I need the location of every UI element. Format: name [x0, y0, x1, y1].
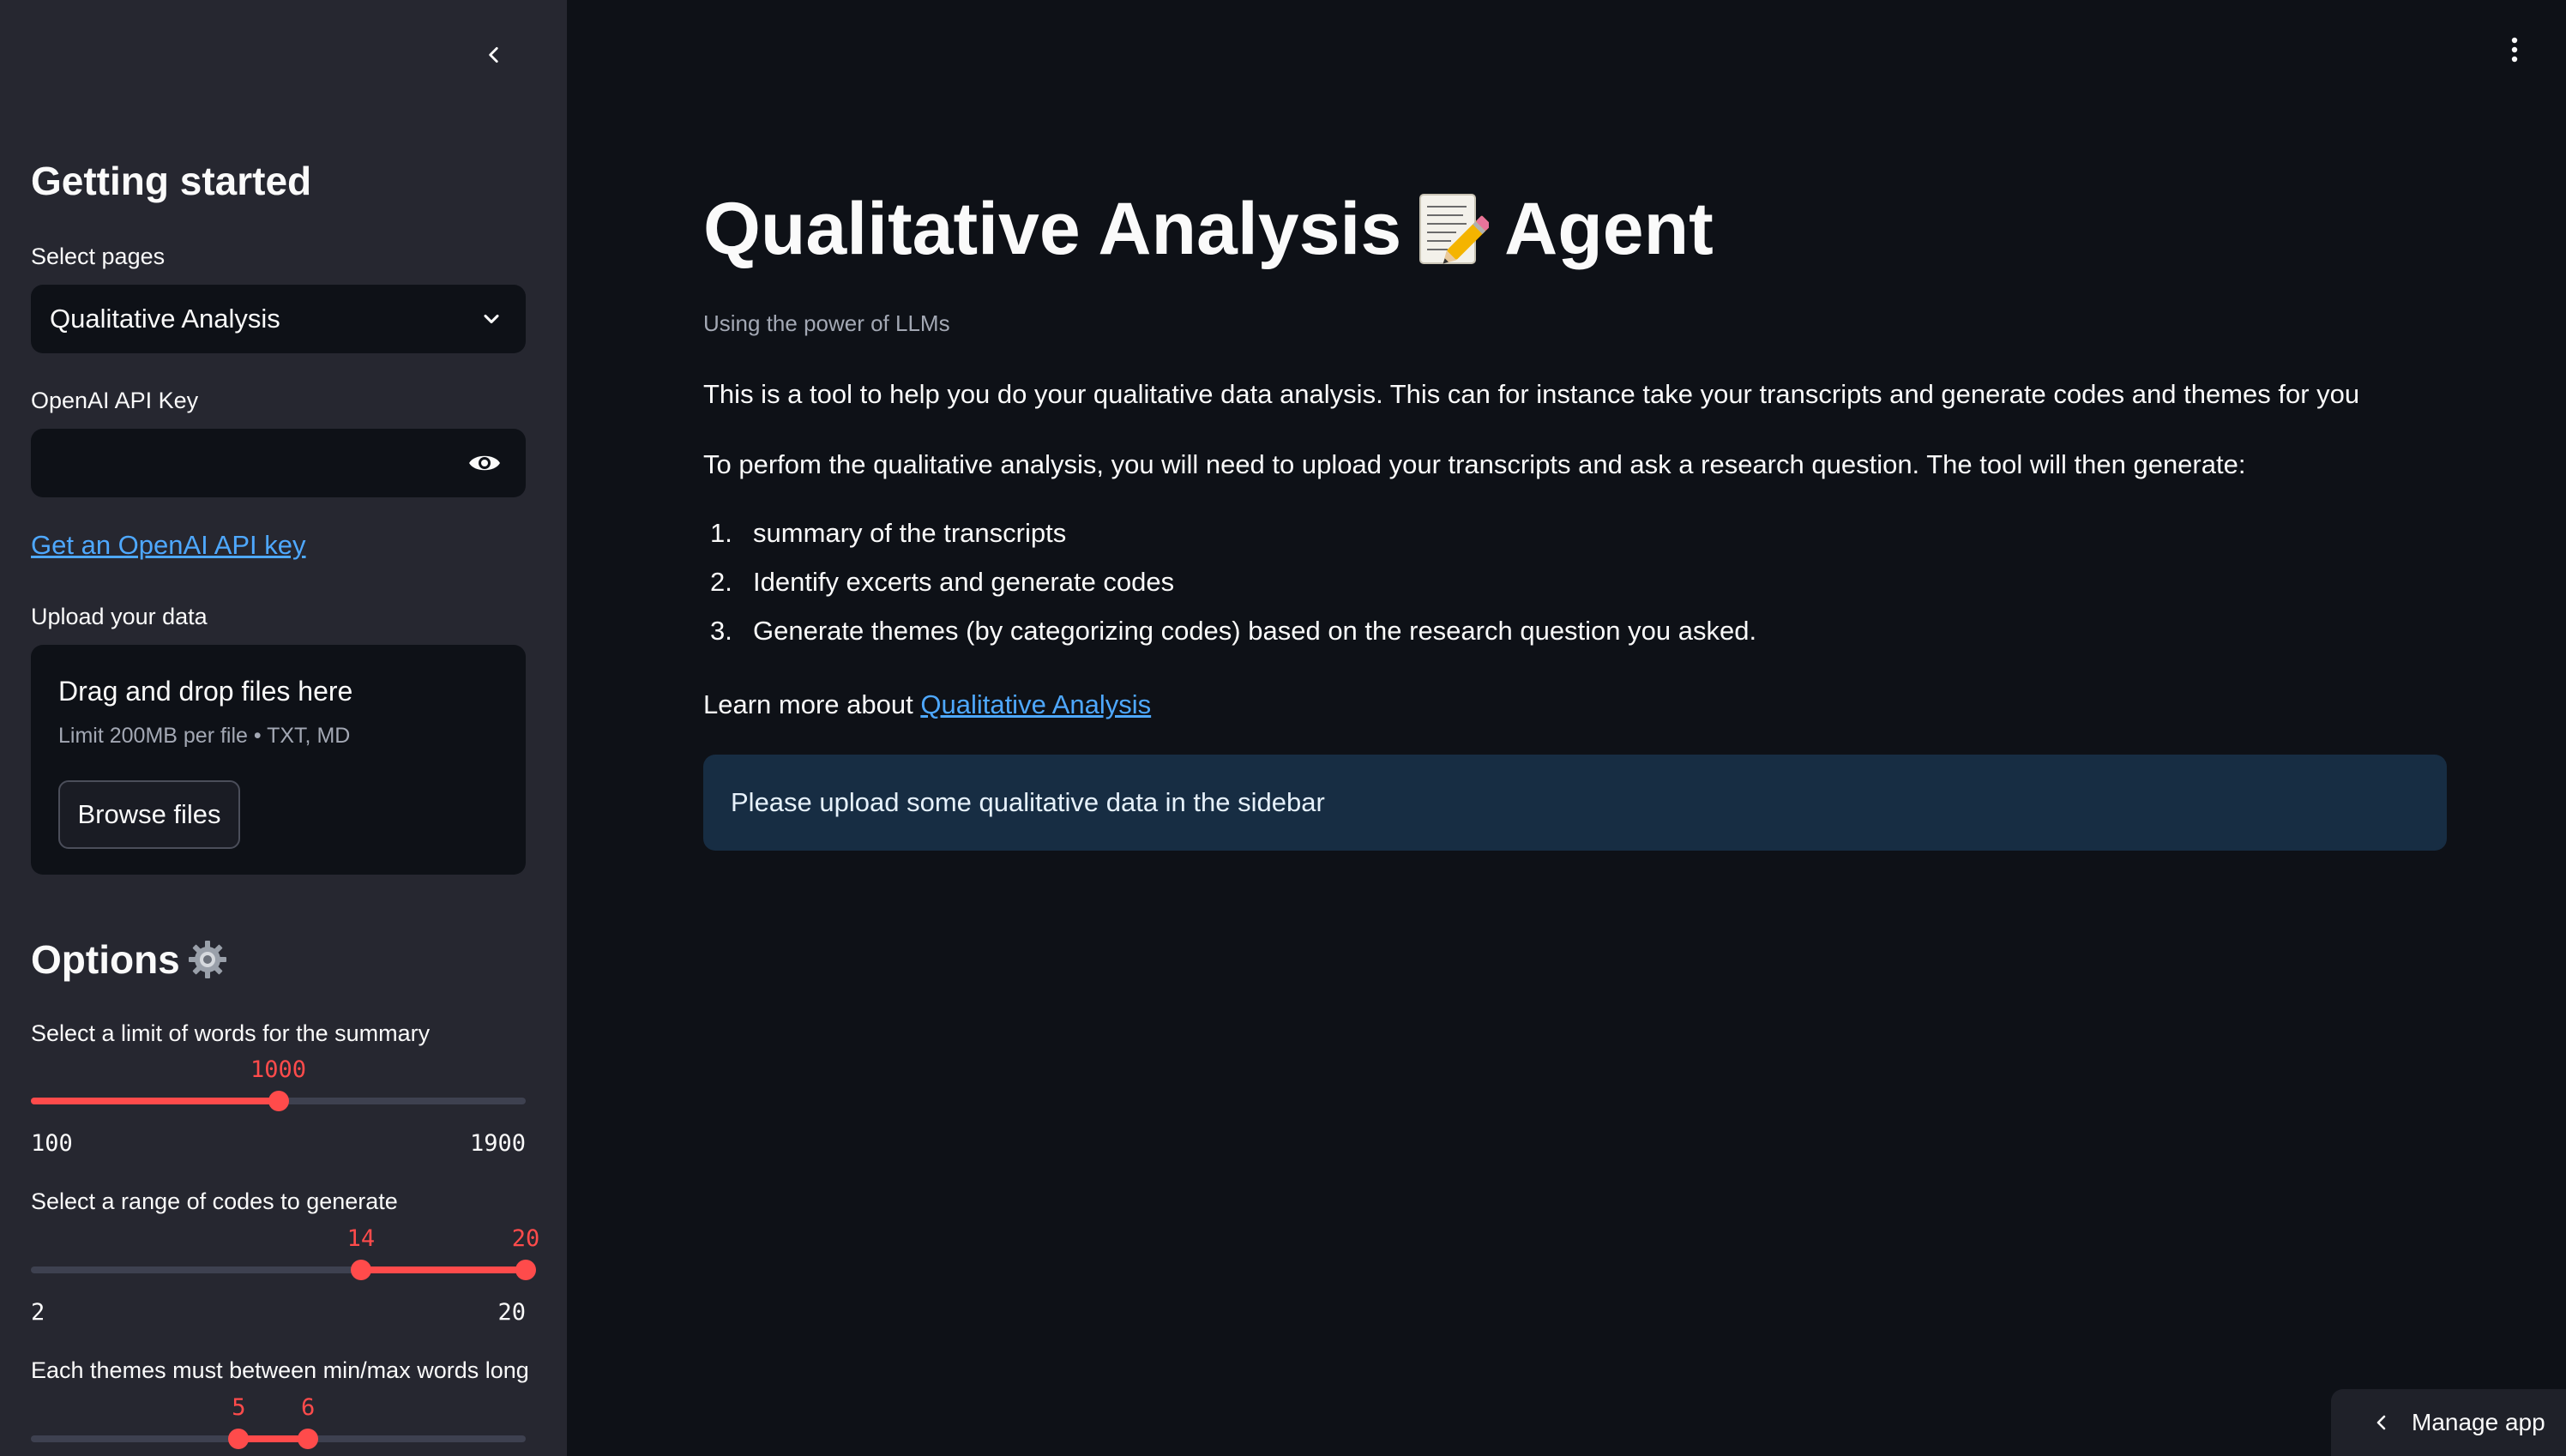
eye-icon: [469, 455, 500, 471]
slider-thumb-high[interactable]: [515, 1260, 536, 1280]
kebab-menu-icon: [2511, 37, 2518, 63]
slider-thumb-low[interactable]: [350, 1260, 371, 1280]
list-item-number: 3.: [710, 616, 732, 646]
list-item-text: summary of the transcripts: [753, 518, 1067, 548]
page-title-left: Qualitative Analysis: [703, 188, 1402, 270]
codes-range-slider[interactable]: 14 20 2 20: [31, 1213, 539, 1326]
learn-more-paragraph: Learn more about Qualitative Analysis: [703, 689, 1151, 720]
theme-words-label: Each themes must between min/max words l…: [31, 1357, 529, 1383]
options-heading-text: Options: [31, 937, 180, 982]
gear-icon: [188, 941, 226, 978]
chevron-left-icon: [2369, 1410, 2394, 1435]
api-key-label: OpenAI API Key: [31, 388, 199, 413]
api-key-input[interactable]: [31, 429, 451, 497]
theme-words-slider[interactable]: 5 6: [31, 1382, 526, 1456]
info-alert: Please upload some qualitative data in t…: [703, 755, 2447, 851]
slider-value: 1000: [250, 1056, 307, 1083]
file-dropzone[interactable]: Drag and drop files here Limit 200MB per…: [31, 645, 526, 875]
options-heading: Options: [31, 936, 228, 983]
select-pages-value: Qualitative Analysis: [50, 304, 280, 334]
list-item-text: Generate themes (by categorizing codes) …: [753, 616, 1757, 646]
manage-app-label: Manage app: [2412, 1409, 2545, 1435]
show-password-button[interactable]: [466, 446, 503, 480]
main-menu-button[interactable]: [2497, 33, 2532, 67]
chevron-down-icon: [476, 304, 507, 334]
dropzone-limit: Limit 200MB per file • TXT, MD: [58, 724, 351, 748]
page-caption: Using the power of LLMs: [703, 310, 950, 336]
getting-started-heading: Getting started: [31, 159, 312, 203]
get-api-key-link[interactable]: Get an OpenAI API key: [31, 530, 306, 561]
slider-fill: [360, 1266, 526, 1273]
slider-min: 100: [31, 1130, 73, 1157]
info-alert-text: Please upload some qualitative data in t…: [731, 787, 1325, 817]
slider-thumb[interactable]: [268, 1091, 289, 1111]
select-pages-label: Select pages: [31, 244, 166, 269]
memo-icon: [1419, 193, 1490, 264]
list-item-text: Identify excerts and generate codes: [753, 567, 1175, 597]
app-root: Getting started Select pages Qualitative…: [0, 0, 2566, 1456]
dropzone-title: Drag and drop files here: [58, 676, 353, 707]
codes-range-label: Select a range of codes to generate: [31, 1188, 398, 1214]
summary-words-label: Select a limit of words for the summary: [31, 1020, 431, 1046]
summary-words-slider[interactable]: 1000 100 1900: [31, 1044, 526, 1157]
api-key-field-wrapper: [31, 429, 526, 497]
slider-min: 2: [31, 1299, 45, 1326]
list-item-number: 1.: [710, 518, 732, 548]
qualitative-analysis-link[interactable]: Qualitative Analysis: [920, 689, 1151, 719]
list-item-number: 2.: [710, 567, 732, 597]
slider-thumb-low[interactable]: [228, 1429, 250, 1449]
instructions-paragraph: To perfom the qualitative analysis, you …: [703, 449, 2246, 479]
slider-max: 20: [497, 1299, 526, 1326]
manage-app-button[interactable]: Manage app: [2331, 1389, 2566, 1456]
slider-value-low: 5: [232, 1394, 246, 1421]
slider-fill: [31, 1098, 279, 1104]
page-title: Qualitative Analysis Agent: [703, 187, 1714, 272]
slider-max: 1900: [469, 1130, 526, 1157]
slider-thumb-high[interactable]: [298, 1429, 319, 1449]
browse-files-button[interactable]: Browse files: [58, 780, 240, 849]
chevron-left-icon: [489, 47, 498, 63]
slider-value-high: 6: [300, 1394, 316, 1421]
collapse-sidebar-button[interactable]: [477, 38, 511, 72]
slider-value-high: 20: [511, 1225, 540, 1252]
select-pages-dropdown[interactable]: Qualitative Analysis: [31, 285, 526, 353]
learn-more-prefix: Learn more about: [703, 689, 913, 719]
sidebar: Getting started Select pages Qualitative…: [0, 0, 567, 1456]
upload-label: Upload your data: [31, 604, 208, 629]
intro-paragraph: This is a tool to help you do your quali…: [703, 379, 2360, 409]
page-title-right: Agent: [1504, 188, 1714, 270]
slider-value-low: 14: [346, 1225, 376, 1252]
main-panel: Qualitative Analysis Agent Using the pow…: [567, 0, 2566, 1456]
